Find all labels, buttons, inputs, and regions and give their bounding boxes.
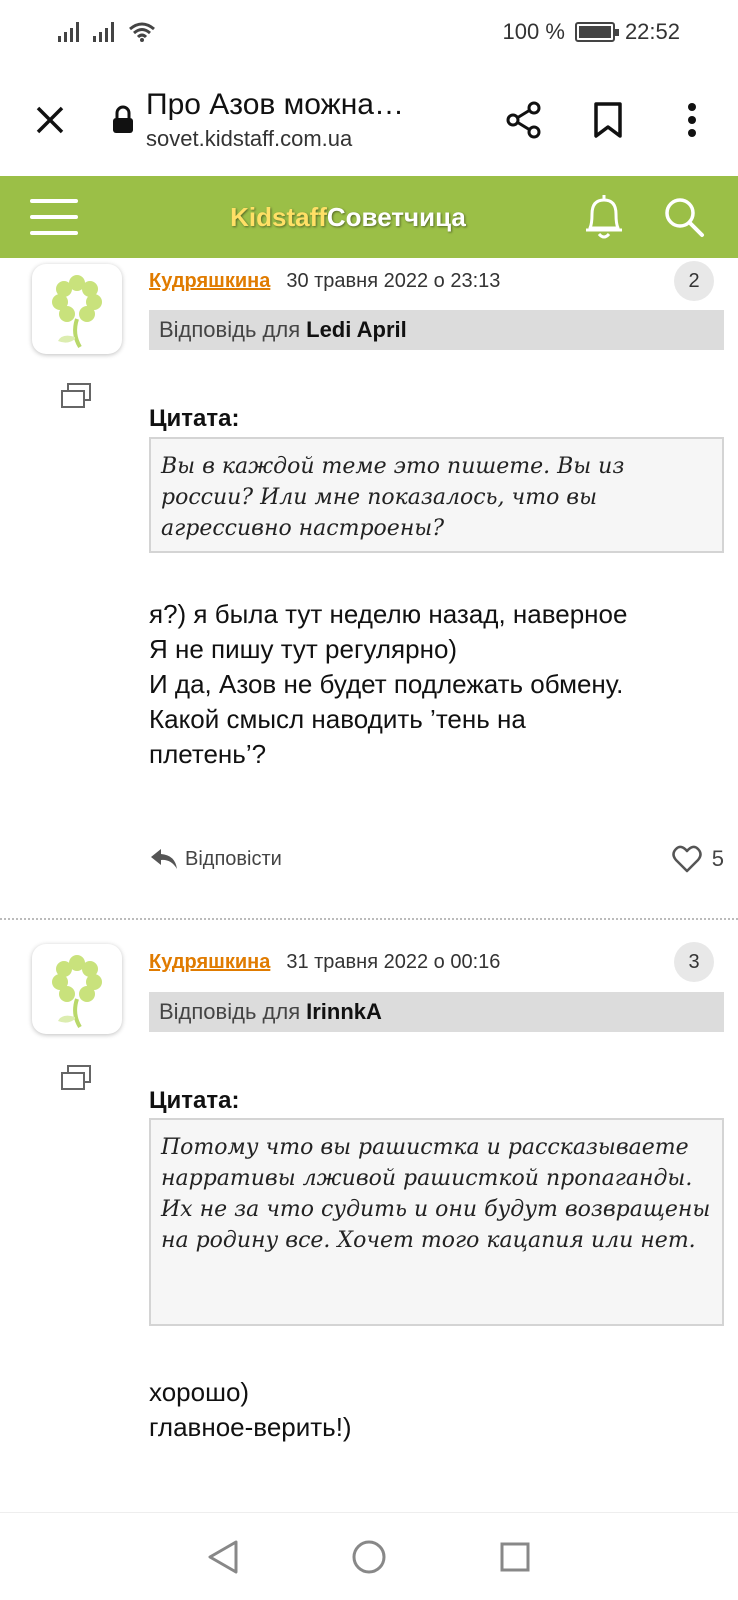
quote-label: Цитата: [149, 405, 240, 432]
quote-label: Цитата: [149, 1087, 240, 1114]
flower-avatar-icon[interactable] [32, 944, 122, 1034]
post-meta: Кудряшкина 31 травня 2022 о 00:16 [149, 951, 500, 974]
quote-icon[interactable] [60, 382, 92, 410]
logo-kidstaff: Kidstaff [230, 201, 327, 232]
hamburger-icon[interactable] [30, 199, 78, 235]
post-date: 30 травня 2022 о 23:13 [286, 270, 501, 292]
more-vert-icon[interactable] [664, 92, 720, 148]
post-number[interactable]: 3 [674, 942, 714, 982]
logo-sovetchica: Советчица [326, 201, 466, 232]
home-nav-icon[interactable] [347, 1535, 391, 1579]
lock-icon [108, 105, 138, 135]
signal-icon-2 [93, 22, 114, 42]
site-logo[interactable]: KidstaffСоветчица [78, 202, 578, 233]
back-nav-icon[interactable] [201, 1535, 245, 1579]
reply-to-prefix: Відповідь для [159, 317, 301, 342]
post-actions: Відповісти 5 [149, 845, 724, 873]
battery-percent: 100 % [502, 19, 565, 44]
signal-icon [58, 22, 79, 42]
post-number[interactable]: 2 [674, 261, 714, 301]
status-right: 100 % 22:52 [503, 19, 680, 45]
reply-arrow-icon [151, 849, 177, 869]
reply-to-user[interactable]: Ledi April [306, 317, 407, 343]
post-body: я?) я была тут неделю назад, наверное Я … [149, 597, 734, 772]
reply-button[interactable]: Відповісти [149, 847, 282, 871]
like-count: 5 [711, 846, 724, 871]
close-icon[interactable] [22, 92, 78, 148]
system-nav-bar [0, 1512, 738, 1600]
post-line: хорошо) [149, 1377, 250, 1407]
reply-to-bar: Відповідь для Ledi April [149, 310, 724, 350]
bell-icon[interactable] [578, 191, 630, 243]
recents-nav-icon[interactable] [493, 1535, 537, 1579]
browser-toolbar: Про Азов можна… sovet.kidstaff.com.ua [0, 64, 738, 176]
author-link[interactable]: Кудряшкина [149, 951, 270, 974]
reply-to-bar: Відповідь для IrinnkA [149, 992, 724, 1032]
status-bar: 100 % 22:52 [0, 0, 738, 64]
like-button[interactable]: 5 [672, 845, 724, 873]
address-area[interactable]: Про Азов можна… sovet.kidstaff.com.ua [146, 88, 496, 152]
heart-icon [672, 845, 702, 873]
battery-icon [574, 22, 619, 42]
post-body: хорошо) главное-верить!) [149, 1375, 734, 1445]
post-line: Какой смысл наводить ’тень на [149, 704, 526, 734]
reply-to-prefix: Відповідь для [159, 999, 301, 1024]
post-line: И да, Азов не будет подлежать обмену. [149, 669, 624, 699]
clock: 22:52 [624, 19, 680, 44]
post-meta: Кудряшкина 30 травня 2022 о 23:13 [149, 270, 500, 293]
status-left [58, 21, 156, 43]
quote-box: Потому что вы рашистка и рассказываете н… [149, 1118, 724, 1326]
post-line: плетень’? [149, 739, 267, 769]
post-line: я?) я была тут неделю назад, наверное [149, 599, 628, 629]
post-date: 31 травня 2022 о 00:16 [286, 951, 501, 973]
quote-icon[interactable] [60, 1064, 92, 1092]
flower-avatar-icon[interactable] [32, 264, 122, 354]
wifi-icon [129, 22, 155, 42]
bookmark-icon[interactable] [580, 92, 636, 148]
page-title: Про Азов можна… [146, 88, 404, 121]
author-link[interactable]: Кудряшкина [149, 270, 270, 293]
post-line: главное-верить!) [149, 1412, 352, 1442]
search-icon[interactable] [658, 191, 710, 243]
reply-label: Відповісти [185, 847, 282, 870]
post-divider [0, 918, 738, 920]
site-header: KidstaffСоветчица [0, 176, 738, 258]
share-icon[interactable] [496, 92, 552, 148]
reply-to-user[interactable]: IrinnkA [306, 999, 382, 1025]
post-line: Я не пишу тут регулярно) [149, 634, 458, 664]
page-url: sovet.kidstaff.com.ua [146, 126, 353, 151]
quote-box: Вы в каждой теме это пишете. Вы из росси… [149, 437, 724, 553]
